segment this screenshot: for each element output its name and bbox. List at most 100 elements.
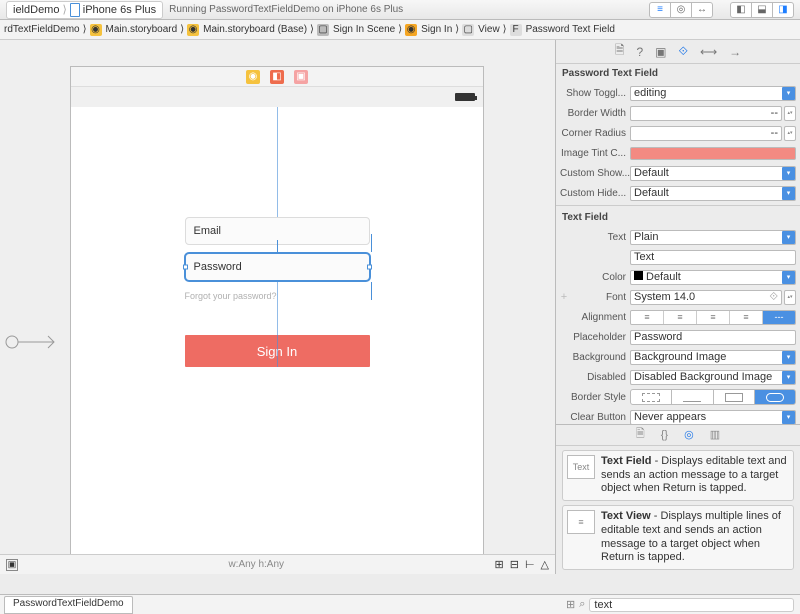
scheme-label: ieldDemo: [13, 4, 59, 16]
show-toggle-combo[interactable]: editing▾: [630, 86, 796, 101]
panel-buttons: ◧ ⬓ ◨: [731, 2, 794, 18]
password-field[interactable]: Password: [185, 253, 370, 281]
library-search-input[interactable]: text: [589, 598, 794, 612]
caret-icon: [277, 240, 278, 254]
alignment-segmented[interactable]: ≡≡≡≡---: [630, 310, 796, 325]
identity-inspector-icon[interactable]: ▣: [655, 45, 666, 59]
crumb-vc[interactable]: Sign In: [421, 24, 452, 35]
inspector-tabs: 🗎 ? ▣ ⟐ ⟷ →: [556, 40, 800, 64]
add-trait-button[interactable]: +: [560, 291, 568, 303]
exit-icon[interactable]: ▣: [294, 70, 308, 84]
section-text-field: Text Field: [556, 208, 800, 227]
image-tint-label: Image Tint C...: [560, 148, 630, 159]
assistant-editor-button[interactable]: ◎: [670, 2, 692, 18]
image-tint-well[interactable]: [630, 147, 796, 160]
size-inspector-icon[interactable]: ⟷: [700, 45, 717, 59]
placeholder-label: Placeholder: [560, 332, 630, 343]
left-panel-button[interactable]: ◧: [730, 2, 752, 18]
size-class-label[interactable]: w:Any h:Any: [228, 559, 284, 570]
crumb-view[interactable]: View: [478, 24, 500, 35]
constraint-indicator-bottom: [371, 282, 372, 300]
resize-handle-right[interactable]: [367, 265, 372, 270]
border-width-field[interactable]: --: [630, 106, 782, 121]
pin-button[interactable]: ⊢: [525, 558, 535, 571]
show-toggle-label: Show Toggl...: [560, 88, 630, 99]
crumb-storyboard-base[interactable]: Main.storyboard (Base): [203, 24, 307, 35]
crumb-field[interactable]: Password Text Field: [526, 24, 615, 35]
clear-button-label: Clear Button: [560, 412, 630, 423]
resolve-button[interactable]: △: [541, 558, 549, 571]
right-panel-button[interactable]: ◨: [772, 2, 794, 18]
file-templates-icon[interactable]: 🗎: [636, 425, 645, 444]
custom-show-combo[interactable]: Default▾: [630, 166, 796, 181]
toolbar: ieldDemo⟩ iPhone 6s Plus Running Passwor…: [0, 0, 800, 20]
password-placeholder: Password: [194, 261, 242, 273]
border-style-segmented[interactable]: [630, 389, 796, 405]
attributes-inspector-icon[interactable]: ⟐: [679, 44, 688, 59]
stack-button[interactable]: ⊞: [495, 558, 504, 571]
text-field-title: Text Field: [601, 455, 652, 467]
view-icon: ▢: [462, 24, 474, 36]
font-field[interactable]: System 14.0⟐: [630, 290, 782, 305]
alignment-label: Alignment: [560, 312, 630, 323]
library-tabs: 🗎 {} ◎ ▥: [556, 424, 800, 446]
align-button[interactable]: ⊟: [510, 558, 519, 571]
crumb-scene[interactable]: Sign In Scene: [333, 24, 395, 35]
first-responder-icon[interactable]: ◧: [270, 70, 284, 84]
library-search: ⊞ ⌕ text: [560, 598, 800, 612]
media-library-icon[interactable]: ▥: [710, 428, 720, 441]
disabled-bg-combo[interactable]: Disabled Background Image▾: [630, 370, 796, 385]
color-swatch: [634, 271, 643, 280]
vc-icon[interactable]: ◉: [246, 70, 260, 84]
crumb-project[interactable]: rdTextFieldDemo: [4, 24, 80, 35]
zoom-button[interactable]: ▣: [6, 559, 18, 571]
corner-radius-label: Corner Radius: [560, 128, 630, 139]
scene-header[interactable]: ◉ ◧ ▣: [71, 67, 483, 87]
placeholder-field[interactable]: Password: [630, 330, 796, 345]
scene-sign-in[interactable]: ◉ ◧ ▣ Email Password Forgot your passwo: [70, 66, 484, 566]
library-item-text-view[interactable]: ≡ Text View - Displays multiple lines of…: [562, 505, 794, 570]
corner-radius-field[interactable]: --: [630, 126, 782, 141]
connections-inspector-icon[interactable]: →: [729, 45, 741, 59]
corner-radius-stepper[interactable]: ▴▾: [784, 126, 796, 141]
text-type-combo[interactable]: Plain▾: [630, 230, 796, 245]
background-combo[interactable]: Background Image▾: [630, 350, 796, 365]
custom-hide-label: Custom Hide...: [560, 188, 630, 199]
field-icon: F: [510, 24, 522, 36]
custom-show-label: Custom Show...: [560, 168, 630, 179]
jump-bar[interactable]: rdTextFieldDemo⟩ ◉Main.storyboard⟩ ◉Main…: [0, 20, 800, 40]
device-label: iPhone 6s Plus: [83, 4, 156, 16]
border-width-stepper[interactable]: ▴▾: [784, 106, 796, 121]
email-placeholder: Email: [194, 225, 222, 237]
canvas-footer: ▣ w:Any h:Any ⊞ ⊟ ⊢ △: [0, 554, 555, 574]
storyboard-base-icon: ◉: [187, 24, 199, 36]
scheme-selector[interactable]: ieldDemo⟩ iPhone 6s Plus: [6, 1, 163, 19]
grid-view-icon[interactable]: ⊞: [566, 598, 575, 611]
text-view-icon: ≡: [567, 510, 595, 534]
border-style-label: Border Style: [560, 392, 630, 403]
battery-icon: [455, 93, 475, 101]
segue-arrow[interactable]: [4, 330, 60, 357]
font-stepper[interactable]: ▴▾: [784, 290, 796, 305]
version-editor-button[interactable]: ↔: [691, 2, 713, 18]
bottom-panel-button[interactable]: ⬓: [751, 2, 773, 18]
code-snippets-icon[interactable]: {}: [661, 429, 668, 441]
crumb-storyboard[interactable]: Main.storyboard: [106, 24, 178, 35]
debug-tab[interactable]: PasswordTextFieldDemo: [4, 596, 133, 614]
scene-icon: ▢: [317, 24, 329, 36]
resize-handle-left[interactable]: [183, 265, 188, 270]
color-combo[interactable]: Default▾: [630, 270, 796, 285]
clear-button-combo[interactable]: Never appears▾: [630, 410, 796, 424]
editor-mode-buttons: ≡ ◎ ↔: [650, 2, 713, 18]
standard-editor-button[interactable]: ≡: [649, 2, 671, 18]
custom-hide-combo[interactable]: Default▾: [630, 186, 796, 201]
bottom-bar: PasswordTextFieldDemo ⊞ ⌕ text: [0, 594, 800, 614]
object-library-icon[interactable]: ◎: [684, 428, 694, 441]
disabled-bg-label: Disabled: [560, 372, 630, 383]
text-field-icon: Text: [567, 455, 595, 479]
object-library: Text Text Field - Displays editable text…: [556, 446, 800, 574]
text-value-field[interactable]: Text: [630, 250, 796, 265]
file-inspector-icon[interactable]: 🗎: [615, 41, 625, 62]
help-inspector-icon[interactable]: ?: [636, 45, 643, 59]
library-item-text-field[interactable]: Text Text Field - Displays editable text…: [562, 450, 794, 501]
